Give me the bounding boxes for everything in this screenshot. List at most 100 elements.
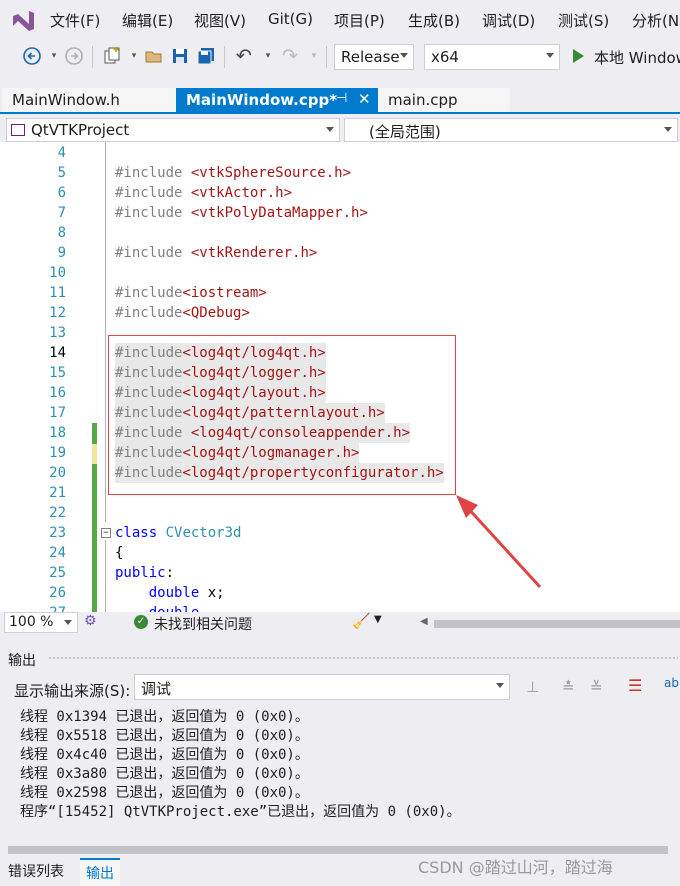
output-panel-title: 输出 — [8, 653, 36, 669]
menu-debug[interactable]: 调试(D) — [482, 10, 535, 31]
close-icon[interactable]: ✕ — [358, 90, 371, 108]
redo-dropdown-icon[interactable]: ▾ — [304, 46, 324, 66]
code-editor[interactable]: − 4 5 #include <vtkSphereSource.h> 6 #includ… — [0, 142, 680, 612]
code-line[interactable]: 25 public: — [0, 563, 680, 583]
menu-file[interactable]: 文件(F) — [50, 10, 100, 31]
tab-mainwindow-h[interactable]: MainWindow.h — [2, 88, 176, 114]
menu-edit[interactable]: 编辑(E) — [122, 10, 173, 31]
output-line: 线程 0x4c40 已退出，返回值为 0 (0x0)。 — [20, 747, 309, 763]
line-number: 16 — [49, 385, 66, 401]
back-dropdown-icon[interactable]: ▾ — [44, 46, 64, 66]
menu-bar: 文件(F) 编辑(E) 视图(V) Git(G) 项目(P) 生成(B) 调试(… — [0, 0, 680, 40]
line-number: 27 — [0, 603, 66, 612]
output-source-select[interactable]: 调试 — [134, 674, 510, 700]
code-line[interactable]: 23 class CVector3d — [0, 523, 680, 543]
project-select[interactable]: QtVTKProject — [6, 118, 340, 142]
line-number: 24 — [49, 545, 66, 561]
undo-dropdown-icon[interactable]: ▾ — [258, 46, 278, 66]
menu-project[interactable]: 项目(P) — [334, 10, 385, 31]
navigate-back-icon[interactable] — [22, 46, 42, 66]
annotation-arrow — [456, 495, 542, 589]
output-line: 线程 0x5518 已退出，返回值为 0 (0x0)。 — [20, 728, 309, 744]
code-line[interactable]: 12 #include<QDebug> — [0, 303, 680, 323]
code-text: #include <vtkRenderer.h> — [115, 245, 318, 261]
horizontal-scrollbar[interactable] — [434, 620, 680, 628]
menu-build[interactable]: 生成(B) — [408, 10, 460, 31]
pin-icon[interactable]: ⊣ — [336, 91, 347, 106]
code-line[interactable]: 9 #include <vtkRenderer.h> — [0, 243, 680, 263]
start-debugging-button[interactable]: 本地 Windows — [594, 47, 680, 68]
output-line: 线程 0x2598 已退出，返回值为 0 (0x0)。 — [20, 785, 309, 801]
zoom-select[interactable]: 100 % — [4, 612, 78, 633]
scope-select[interactable]: (全局范围) — [344, 118, 678, 142]
word-wrap-icon[interactable]: ab — [664, 676, 679, 690]
menu-view[interactable]: 视图(V) — [194, 10, 246, 31]
code-text: #include<iostream> — [115, 285, 267, 301]
menu-test[interactable]: 测试(S) — [558, 10, 609, 31]
scroll-left-icon[interactable]: ◀ — [420, 616, 428, 627]
next-message-icon[interactable]: ≚ — [590, 678, 603, 696]
line-number: 12 — [49, 305, 66, 321]
platform-value: x64 — [431, 48, 459, 66]
code-line[interactable]: 27 double — [0, 603, 680, 612]
clear-all-icon[interactable]: ☰ — [628, 676, 642, 695]
chevron-down-icon — [664, 127, 672, 132]
code-line[interactable]: 24 { — [0, 543, 680, 563]
solution-platform-select[interactable]: x64 — [424, 44, 560, 70]
code-line[interactable]: 22 — [0, 503, 680, 523]
visual-studio-logo-icon[interactable] — [10, 8, 36, 34]
tab-main-cpp[interactable]: main.cpp — [378, 88, 510, 114]
save-icon[interactable] — [170, 46, 190, 66]
chevron-down-icon — [400, 53, 408, 58]
code-line[interactable]: 7 #include <vtkPolyDataMapper.h> — [0, 203, 680, 223]
play-icon[interactable] — [568, 46, 588, 66]
code-text: #include <vtkActor.h> — [115, 185, 293, 201]
tab-mainwindow-cpp[interactable]: MainWindow.cpp* ⊣ ✕ — [176, 88, 378, 114]
line-number: 11 — [49, 285, 66, 301]
code-line[interactable]: 6 #include <vtkActor.h> — [0, 183, 680, 203]
open-folder-icon[interactable] — [144, 46, 164, 66]
line-number: 22 — [49, 505, 66, 521]
save-all-icon[interactable] — [196, 46, 216, 66]
panel-grip[interactable] — [48, 656, 678, 661]
line-number: 25 — [49, 565, 66, 581]
output-text-area[interactable]: 线程 0x1394 已退出，返回值为 0 (0x0)。 线程 0x5518 已退出… — [8, 704, 678, 854]
code-cleanup-icon[interactable]: 🧹 — [352, 612, 371, 630]
line-number: 10 — [49, 265, 66, 281]
code-line[interactable]: 11 #include<iostream> — [0, 283, 680, 303]
document-tab-strip: MainWindow.h MainWindow.cpp* ⊣ ✕ main.cp… — [0, 88, 680, 114]
line-number: 8 — [57, 225, 66, 241]
menu-git[interactable]: Git(G) — [268, 10, 313, 28]
redo-icon[interactable]: ↷ — [280, 45, 300, 67]
chevron-down-icon — [326, 127, 334, 132]
issues-status[interactable]: 未找到相关问题 — [154, 614, 252, 634]
code-text: { — [115, 545, 124, 561]
solution-configuration-select[interactable]: Release — [334, 44, 414, 70]
zoom-value: 100 % — [9, 614, 54, 630]
check-circle-icon: ✓ — [134, 615, 148, 629]
intellicode-icon[interactable]: ⚙ — [84, 613, 97, 629]
annotation-box — [108, 335, 456, 495]
tab-output[interactable]: 输出 — [80, 858, 120, 886]
scope-value: (全局范围) — [369, 123, 441, 141]
code-line[interactable]: 10 — [0, 263, 680, 283]
project-value: QtVTKProject — [31, 121, 130, 139]
undo-icon[interactable]: ↶ — [234, 45, 254, 67]
navigate-forward-icon[interactable] — [64, 46, 84, 66]
chevron-down-icon[interactable]: ▼ — [374, 614, 382, 625]
find-message-icon[interactable]: ⊥ — [526, 678, 539, 696]
code-line[interactable]: 4 — [0, 143, 680, 163]
output-horizontal-scrollbar[interactable] — [8, 846, 668, 854]
new-project-icon[interactable] — [102, 46, 122, 66]
output-source-value: 调试 — [141, 680, 172, 698]
code-line[interactable]: 26 double x; — [0, 583, 680, 603]
tab-error-list[interactable]: 错误列表 — [4, 861, 68, 881]
menu-analyze[interactable]: 分析(N) — [632, 10, 680, 31]
previous-message-icon[interactable]: ≛ — [562, 678, 575, 696]
new-dropdown-icon[interactable]: ▾ — [124, 46, 144, 66]
code-line[interactable]: 8 — [0, 223, 680, 243]
tab-label: main.cpp — [388, 91, 458, 109]
code-line[interactable]: 5 #include <vtkSphereSource.h> — [0, 163, 680, 183]
chevron-down-icon — [64, 620, 72, 625]
code-text: #include <vtkPolyDataMapper.h> — [115, 205, 368, 221]
